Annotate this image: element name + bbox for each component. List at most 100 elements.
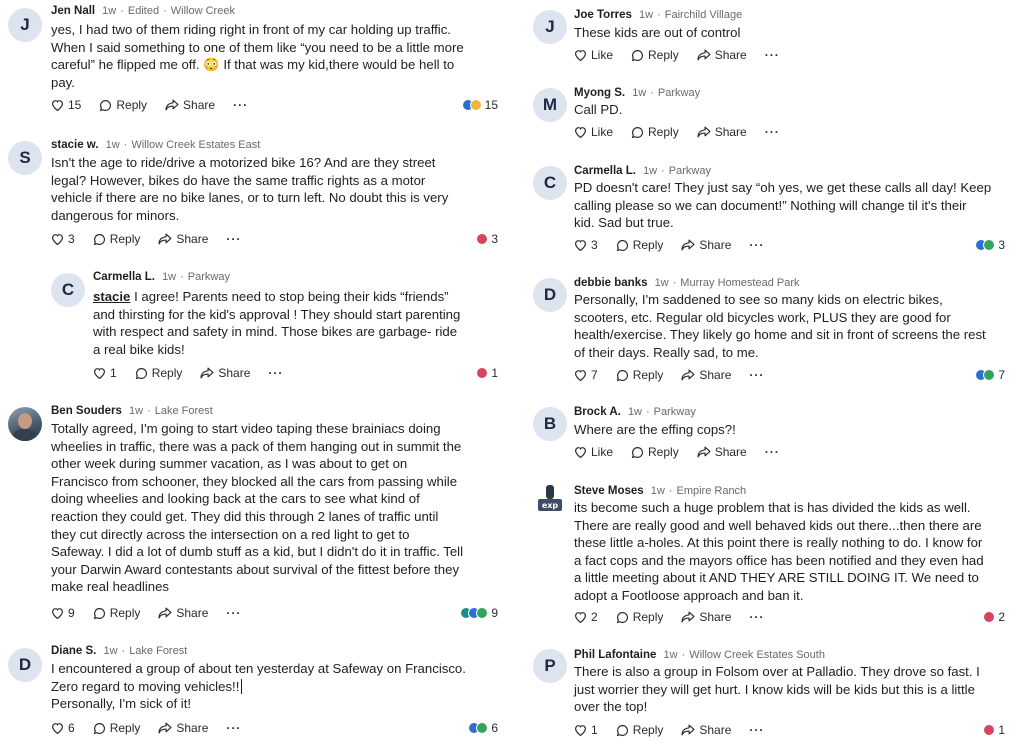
like-button[interactable]: 7 [574, 368, 598, 382]
reactions-summary[interactable]: 2 [983, 609, 1005, 625]
author-name[interactable]: Steve Moses [574, 485, 644, 497]
neighborhood[interactable]: Parkway [188, 271, 230, 283]
more-options-button[interactable]: ··· [226, 606, 241, 620]
neighborhood[interactable]: Parkway [654, 406, 696, 418]
reaction-count: 3 [998, 238, 1005, 252]
text-line: Safeway. I did a lot of dumb stuff as a … [51, 544, 464, 560]
like-button[interactable]: 1 [93, 366, 117, 380]
share-button[interactable]: Share [158, 721, 208, 735]
reactions-summary[interactable]: 1 [476, 365, 498, 381]
author-name[interactable]: Jen Nall [51, 5, 95, 17]
share-button[interactable]: Share [697, 125, 747, 139]
mention-link[interactable]: stacie [93, 289, 130, 304]
neighborhood[interactable]: Parkway [669, 165, 711, 177]
neighborhood[interactable]: Lake Forest [129, 645, 187, 657]
neighborhood[interactable]: Fairchild Village [665, 9, 742, 21]
share-button[interactable]: Share [200, 366, 250, 380]
reply-button[interactable]: Reply [631, 48, 679, 62]
like-button[interactable]: Like [574, 125, 613, 139]
neighborhood[interactable]: Willow Creek Estates South [689, 649, 825, 661]
share-label: Share [176, 606, 209, 620]
reply-button[interactable]: Reply [99, 98, 147, 112]
neighborhood[interactable]: Willow Creek Estates East [131, 139, 260, 151]
more-options-button[interactable]: ··· [765, 445, 780, 459]
neighborhood[interactable]: Willow Creek [171, 5, 235, 17]
reactions-summary[interactable]: 6 [468, 720, 498, 736]
more-options-button[interactable]: ··· [749, 610, 764, 624]
like-button[interactable]: Like [574, 445, 613, 459]
like-button[interactable]: 3 [51, 232, 75, 246]
text-line: These kids are out of control [574, 25, 741, 40]
like-button[interactable]: 3 [574, 238, 598, 252]
share-button[interactable]: Share [681, 238, 731, 252]
reply-button[interactable]: Reply [631, 445, 679, 459]
like-button[interactable]: 6 [51, 721, 75, 735]
reply-button[interactable]: Reply [616, 238, 663, 252]
author-name[interactable]: Diane S. [51, 645, 96, 657]
neighborhood[interactable]: Lake Forest [155, 405, 213, 417]
avatar[interactable]: D [8, 648, 42, 682]
share-button[interactable]: Share [158, 606, 208, 620]
reply-button[interactable]: Reply [631, 125, 679, 139]
more-options-button[interactable]: ··· [268, 366, 283, 380]
reply-button[interactable]: Reply [135, 366, 182, 380]
like-button[interactable]: Like [574, 48, 613, 62]
author-name[interactable]: stacie w. [51, 139, 99, 151]
more-options-button[interactable]: ··· [765, 48, 780, 62]
avatar[interactable]: exp [533, 483, 567, 517]
comment-meta: Steve Moses 1w · Empire Ranch [574, 485, 746, 497]
reactions-summary[interactable]: 15 [461, 97, 498, 113]
share-button[interactable]: Share [697, 48, 747, 62]
reply-button[interactable]: Reply [93, 232, 140, 246]
avatar[interactable] [8, 407, 42, 441]
more-options-button[interactable]: ··· [226, 232, 241, 246]
more-options-button[interactable]: ··· [765, 125, 780, 139]
share-button[interactable]: Share [681, 610, 731, 624]
more-options-button[interactable]: ··· [233, 98, 248, 112]
avatar[interactable]: C [51, 273, 85, 307]
avatar[interactable]: M [533, 88, 567, 122]
reply-button[interactable]: Reply [616, 723, 663, 737]
neighborhood[interactable]: Parkway [658, 87, 700, 99]
reactions-summary[interactable]: 7 [975, 367, 1005, 383]
avatar[interactable]: D [533, 278, 567, 312]
share-button[interactable]: Share [681, 723, 731, 737]
avatar[interactable]: C [533, 166, 567, 200]
reply-button[interactable]: Reply [616, 610, 663, 624]
avatar[interactable]: P [533, 649, 567, 683]
like-button[interactable]: 2 [574, 610, 598, 624]
avatar[interactable]: J [533, 10, 567, 44]
like-button[interactable]: 1 [574, 723, 598, 737]
reactions-summary[interactable]: 9 [460, 605, 498, 621]
neighborhood[interactable]: Murray Homestead Park [680, 277, 799, 289]
author-name[interactable]: debbie banks [574, 277, 648, 289]
avatar[interactable]: J [8, 8, 42, 42]
author-name[interactable]: Carmella L. [574, 165, 636, 177]
reply-button[interactable]: Reply [616, 368, 663, 382]
share-button[interactable]: Share [165, 98, 215, 112]
reply-button[interactable]: Reply [93, 721, 140, 735]
reactions-summary[interactable]: 3 [476, 231, 498, 247]
reactions-summary[interactable]: 3 [975, 237, 1005, 253]
author-name[interactable]: Carmella L. [93, 271, 155, 283]
author-name[interactable]: Phil Lafontaine [574, 649, 656, 661]
like-button[interactable]: 15 [51, 98, 81, 112]
author-name[interactable]: Ben Souders [51, 405, 122, 417]
author-name[interactable]: Myong S. [574, 87, 625, 99]
more-options-button[interactable]: ··· [749, 238, 764, 252]
share-button[interactable]: Share [697, 445, 747, 459]
like-count: 7 [591, 368, 598, 382]
author-name[interactable]: Brock A. [574, 406, 621, 418]
more-options-button[interactable]: ··· [226, 721, 241, 735]
neighborhood[interactable]: Empire Ranch [676, 485, 746, 497]
avatar[interactable]: S [8, 141, 42, 175]
author-name[interactable]: Joe Torres [574, 9, 632, 21]
more-options-button[interactable]: ··· [749, 368, 764, 382]
like-button[interactable]: 9 [51, 606, 75, 620]
reactions-summary[interactable]: 1 [983, 722, 1005, 738]
reply-button[interactable]: Reply [93, 606, 140, 620]
share-button[interactable]: Share [681, 368, 731, 382]
share-button[interactable]: Share [158, 232, 208, 246]
avatar[interactable]: B [533, 407, 567, 441]
more-options-button[interactable]: ··· [749, 723, 764, 737]
